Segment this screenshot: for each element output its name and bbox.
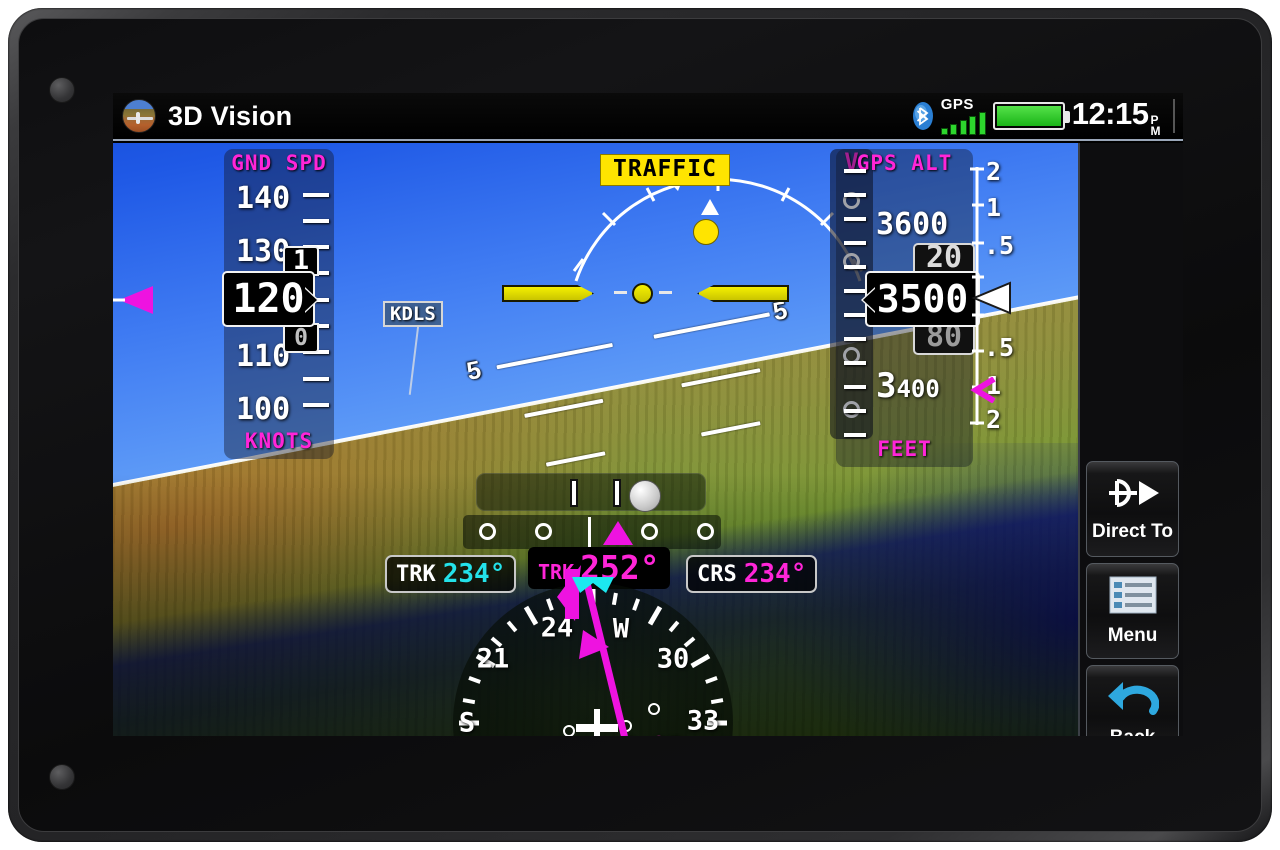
- course-needle: [557, 565, 628, 736]
- aircraft-symbol-tick-left: [614, 291, 627, 294]
- speed-tape-header: GND SPD: [231, 151, 327, 175]
- bluetooth-icon: [912, 101, 934, 131]
- speed-tick-140: 140: [236, 181, 291, 216]
- traffic-target-icon: [693, 219, 719, 245]
- battery-icon: [992, 102, 1070, 130]
- back-arrow-icon: [1107, 678, 1159, 721]
- direct-to-button[interactable]: Direct To: [1086, 461, 1179, 557]
- vsi-label-half-up: .5: [984, 231, 1015, 260]
- alt-tape-units: FEET: [877, 437, 932, 461]
- back-button[interactable]: Back: [1086, 665, 1179, 736]
- page-title: 3D Vision: [168, 100, 293, 131]
- gps-label: GPS: [940, 96, 974, 113]
- vsi-label-2-down: 2: [986, 405, 1002, 434]
- ground-speed-readout: 120: [222, 271, 315, 327]
- synthetic-vision-display[interactable]: 5 5 TRAFFIC KDLS GND SPD KNOTS 140 130 1…: [113, 143, 1078, 736]
- vsi-label-half-down: .5: [984, 333, 1015, 362]
- clock: 12:15 P M: [1071, 95, 1161, 138]
- list-menu-icon: [1109, 576, 1157, 619]
- alt-tick-3400: 3400: [876, 366, 940, 406]
- softkey-panel: Direct To Menu: [1078, 143, 1183, 736]
- menu-button[interactable]: Menu: [1086, 563, 1179, 659]
- speed-rolling-digit-down: 0: [283, 323, 319, 353]
- menu-label: Menu: [1107, 624, 1158, 646]
- speed-tape-units: KNOTS: [244, 429, 314, 453]
- clock-meridiem: P M: [1150, 112, 1161, 138]
- direct-to-label: Direct To: [1092, 520, 1173, 542]
- device-screen: 3D Vision GPS 12:15 P M 5 5 TRAFFIC KDLS…: [113, 93, 1183, 736]
- aircraft-symbol-left-wing: [502, 285, 594, 302]
- gps-device-body: 3D Vision GPS 12:15 P M 5 5 TRAFFIC KDLS…: [8, 8, 1272, 842]
- clock-time: 12:15: [1071, 95, 1149, 131]
- alt-tick-3600: 3600: [876, 207, 949, 242]
- gps-signal-bars: [940, 112, 986, 135]
- distance-readout: 1.25NM: [622, 731, 701, 736]
- compass-rose[interactable]: N 3 12 15 S 21 24 W 30 33: [453, 565, 733, 736]
- status-divider: [1173, 99, 1175, 133]
- vsi-label-2-up: 2: [986, 157, 1002, 186]
- aircraft-symbol-center: [632, 283, 653, 304]
- vsi-pointer-icon: [966, 281, 1012, 320]
- gps-signal: GPS: [940, 96, 986, 135]
- status-bar: GPS 12:15 P M: [912, 93, 1183, 140]
- speed-tick-100: 100: [236, 392, 291, 427]
- slip-ball: [629, 480, 661, 512]
- bezel-sensor-top-left: [49, 77, 75, 103]
- bezel-sensor-bottom-left: [49, 764, 75, 790]
- waypoint-label-kdls[interactable]: KDLS: [383, 301, 443, 327]
- alt-rolling-digits-down: 80: [913, 323, 975, 355]
- back-label: Back: [1110, 727, 1155, 737]
- ownship-aircraft-icon: [574, 707, 620, 736]
- aircraft-symbol-tick-right: [659, 291, 672, 294]
- gps-altitude-readout: 3500: [865, 271, 980, 327]
- vertical-speed-scale: 2 1 .5 .5 1 2: [966, 157, 1023, 434]
- traffic-alert-banner: TRAFFIC: [600, 154, 730, 186]
- pitch-mark-left: 5: [464, 355, 484, 386]
- vnav-pointer-icon: [113, 283, 155, 322]
- slip-skid-indicator: [476, 473, 706, 512]
- aircraft-symbol-right-wing: [697, 285, 789, 302]
- course-value: 234°: [743, 559, 807, 589]
- vsi-selected-marker-icon: [970, 376, 998, 408]
- track-left-label: TRK: [396, 561, 436, 587]
- terrain-aircraft-icon: [122, 99, 156, 133]
- vsi-label-1-up: 1: [986, 193, 1002, 222]
- title-bar: 3D Vision GPS 12:15 P M: [113, 93, 1183, 141]
- heading-bug-icon: [570, 575, 616, 606]
- direct-to-icon: [1103, 476, 1163, 515]
